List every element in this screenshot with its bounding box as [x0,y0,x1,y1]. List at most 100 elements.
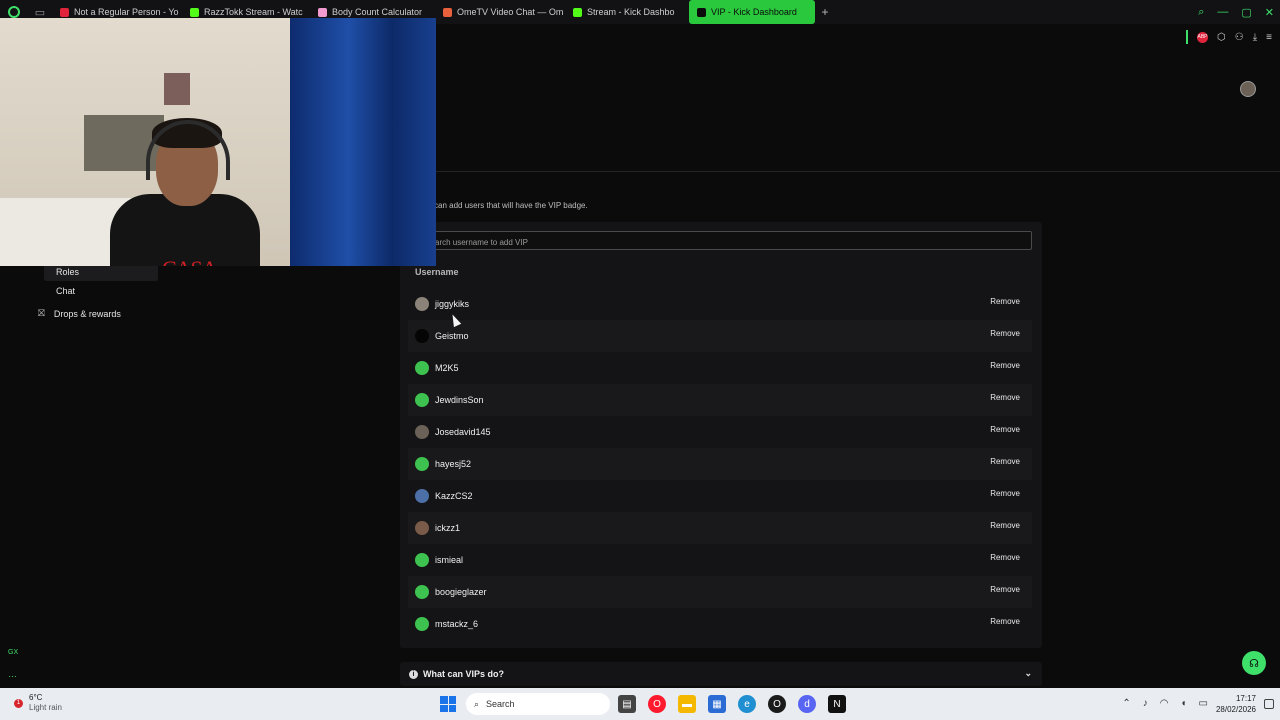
vip-list: jiggykiks Remove Geistmo Remove M2K5 Remove Je… [408,288,1032,640]
profile-icon[interactable]: ⚇ [1235,32,1244,43]
vip-avatar [415,489,429,503]
faq-title: What can VIPs do? [423,669,505,679]
vip-search-input[interactable] [431,234,1031,251]
vip-username: jiggykiks [435,299,470,309]
weather-condition: Light rain [29,703,62,712]
vip-row: M2K5 Remove [408,352,1032,384]
vip-row: ickzz1 Remove [408,512,1032,544]
remove-vip-button[interactable]: Remove [990,553,1020,562]
vip-row: JewdinsSon Remove [408,384,1032,416]
tab-label: OmeTV Video Chat — Om [457,7,564,17]
remove-vip-button[interactable]: Remove [990,425,1020,434]
remove-vip-button[interactable]: Remove [990,585,1020,594]
support-chat-button[interactable]: ☊ [1242,651,1266,675]
wifi-icon[interactable]: ◠ [1160,698,1169,709]
remove-vip-button[interactable]: Remove [990,361,1020,370]
screen: ▭ Not a Regular Person - Yo RazzTokk Stre… [0,0,1280,720]
notion-icon[interactable]: N [828,695,846,713]
sidebar-item-chat[interactable]: Chat [56,286,75,296]
adblock-icon[interactable]: ABP [1197,31,1209,43]
battery-icon[interactable]: ▭ [1199,698,1208,709]
browser-tab[interactable]: OmeTV Video Chat — Om [435,0,565,24]
remove-vip-button[interactable]: Remove [990,489,1020,498]
vip-row: mstackz_6 Remove [408,608,1032,640]
tab-favicon-icon [318,7,327,17]
vip-row: ismieal Remove [408,544,1032,576]
vip-username: Josedavid145 [435,427,491,437]
minimize-icon[interactable]: — [1217,6,1228,18]
weather-widget[interactable]: 1 6°C Light rain [14,693,62,713]
remove-vip-button[interactable]: Remove [990,617,1020,626]
sidebar-item-label: Roles [56,267,80,277]
vip-username: JewdinsSon [435,395,484,405]
vip-username: KazzCS2 [435,491,473,501]
vip-search-field[interactable] [430,231,1032,251]
extensions-toolbar: ABP ⬡ ⚇ ⤓ ≡ [1186,30,1272,44]
time: 17:17 [1235,694,1256,703]
remove-vip-button[interactable]: Remove [990,457,1020,466]
more-options-icon[interactable]: … [8,669,17,679]
remove-vip-button[interactable]: Remove [990,297,1020,306]
folder-icon[interactable]: ▬ [678,695,696,713]
tab-label: Not a Regular Person - Yo [74,7,179,17]
headset-icon: ☊ [1249,657,1259,670]
gx-indicator [1186,30,1189,44]
header-divider [436,171,1280,172]
taskbar-search-label: Search [486,699,515,709]
vip-row: boogieglazer Remove [408,576,1032,608]
maximize-icon[interactable]: ▢ [1241,6,1251,19]
menu-icon[interactable]: ≡ [1266,32,1272,43]
vip-row: jiggykiks Remove [408,288,1032,320]
browser-tab[interactable]: VIP - Kick Dashboard [689,0,815,24]
vip-avatar [415,617,429,631]
vip-avatar [415,393,429,407]
tab-favicon-icon [443,7,452,17]
tab-favicon-icon [573,7,582,17]
vip-avatar [415,521,429,535]
gx-corner-icon[interactable]: GX [8,649,18,656]
vip-faq-toggle[interactable]: i What can VIPs do? ⌄ [400,662,1042,686]
store-icon[interactable]: ▦ [708,695,726,713]
vip-avatar [415,329,429,343]
sidebar-item-label: Chat [56,286,76,296]
chevron-up-icon[interactable]: ⌃ [1122,698,1130,709]
new-tab-button[interactable]: + [815,5,835,19]
sidebar-item-drops[interactable]: ⛝ Drops & rewards [38,308,121,319]
vip-username: mstackz_6 [435,619,479,629]
discord-icon[interactable]: d [798,695,816,713]
file-manager-icon[interactable]: ▤ [618,695,636,713]
taskbar-search[interactable]: ⌕ Search [466,693,610,715]
vip-username: hayesj52 [435,459,472,469]
remove-vip-button[interactable]: Remove [990,521,1020,530]
volume-icon[interactable]: ◖ [1181,698,1187,709]
vip-username: Geistmo [435,331,469,341]
tab-favicon-icon [190,7,199,17]
download-icon[interactable]: ⤓ [1253,32,1257,43]
vip-username: M2K5 [435,363,459,373]
vip-row: Geistmo Remove [408,320,1032,352]
remove-vip-button[interactable]: Remove [990,329,1020,338]
vip-avatar [415,585,429,599]
clock[interactable]: 17:17 28/02/2026 [1216,693,1256,715]
windows-start-icon[interactable] [440,696,456,712]
sidebar-item-label: Drops & rewards [53,308,121,319]
vip-username: ickzz1 [435,523,461,533]
user-avatar[interactable] [1240,81,1256,97]
window-controls: ⌕ — ▢ ✕ [1198,0,1274,24]
notification-icon[interactable] [1264,699,1274,709]
opera-gx-icon[interactable]: O [768,695,786,713]
extensions-icon[interactable]: ⬡ [1217,32,1226,43]
opera-icon[interactable]: O [648,695,666,713]
webcam-poster [164,73,190,105]
remove-vip-button[interactable]: Remove [990,393,1020,402]
tab-favicon-icon [697,7,706,17]
edge-icon[interactable]: e [738,695,756,713]
close-icon[interactable]: ✕ [1265,6,1274,19]
search-tabs-icon[interactable]: ⌕ [1198,6,1204,19]
vip-row: KazzCS2 Remove [408,480,1032,512]
microphone-icon[interactable]: ♪ [1143,698,1148,709]
date: 28/02/2026 [1215,705,1256,714]
browser-tab[interactable]: Stream - Kick Dashbo [565,0,687,24]
weather-alert-badge: 1 [14,698,23,708]
tab-label: RazzTokk Stream - Watc [204,7,303,17]
